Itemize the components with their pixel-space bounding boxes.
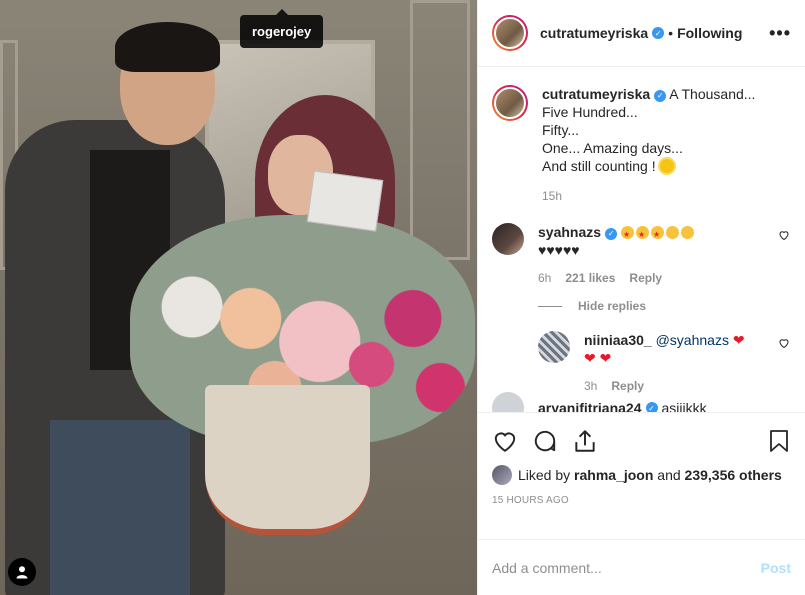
reply-comment: niiniaa30_ @syahnazs ❤ ❤ ❤ 3h Reply: [538, 331, 791, 395]
reply-mention[interactable]: @syahnazs: [656, 332, 729, 348]
like-heart-icon[interactable]: [492, 428, 518, 454]
commenter-avatar[interactable]: [492, 223, 524, 255]
flower-card: [306, 170, 384, 232]
comment-input[interactable]: [492, 559, 761, 576]
verified-badge-icon: ✓: [654, 90, 667, 102]
instagram-post: rogerojey cutratumeyriska ✓ • Following …: [0, 0, 805, 595]
comment-reply-button[interactable]: Reply: [629, 269, 662, 287]
hide-replies-button[interactable]: Hide replies: [538, 299, 791, 313]
post-side-panel: cutratumeyriska ✓ • Following ••• cutrat…: [477, 0, 805, 595]
comment-likes[interactable]: 221 likes: [565, 269, 615, 287]
separator-dot: •: [668, 25, 674, 41]
comment: syahnazs✓ ♥♥♥♥♥ 6h 221 likes Reply: [492, 223, 791, 287]
user-tag-icon[interactable]: [8, 558, 36, 586]
star-eyes-emoji-icons: [620, 224, 696, 244]
likes-prefix: Liked by: [518, 467, 571, 483]
post-actions: Liked by rahma_joon and 239,356 others 1…: [478, 412, 805, 540]
more-options-icon[interactable]: •••: [769, 23, 791, 44]
next-commenter-avatar[interactable]: [492, 392, 524, 412]
caption-avatar[interactable]: [492, 85, 528, 121]
man-hair: [115, 22, 220, 72]
verified-badge-icon: ✓: [605, 228, 618, 240]
red-heart-emoji-icon: ❤: [732, 332, 745, 348]
post-header: cutratumeyriska ✓ • Following •••: [478, 0, 805, 67]
man-jeans: [50, 420, 190, 595]
bookmark-icon[interactable]: [767, 428, 791, 454]
replier-username[interactable]: niiniaa30_: [584, 332, 652, 348]
verified-badge-icon: ✓: [645, 402, 658, 412]
flower-box: [205, 385, 370, 535]
post-timestamp[interactable]: 15 HOURS AGO: [492, 495, 791, 506]
like-reply-heart-icon[interactable]: [777, 337, 791, 349]
author-avatar[interactable]: [492, 15, 528, 51]
likes-others-count[interactable]: 239,356 others: [685, 467, 782, 483]
comment-time[interactable]: 6h: [538, 269, 551, 287]
liker-avatar[interactable]: [492, 465, 512, 485]
caption: cutratumeyriska ✓ A Thousand... Five Hund…: [492, 85, 791, 175]
add-comment-bar: Post: [478, 539, 805, 595]
wall-panel: [410, 0, 470, 260]
replier-avatar[interactable]: [538, 331, 570, 363]
next-comment-text: asiiikkk: [661, 400, 707, 412]
caption-time[interactable]: 15h: [542, 189, 791, 203]
share-icon[interactable]: [572, 428, 598, 454]
comments-list[interactable]: cutratumeyriska ✓ A Thousand... Five Hund…: [478, 67, 805, 412]
post-comment-button[interactable]: Post: [761, 560, 791, 576]
comment-bubble-icon[interactable]: [532, 428, 558, 454]
author-username[interactable]: cutratumeyriska: [540, 25, 648, 41]
likes-summary: Liked by rahma_joon and 239,356 others: [492, 465, 791, 485]
next-comment-partial: aryanifitriana24 ✓ asiiikkk: [492, 392, 707, 412]
verified-badge-icon: ✓: [652, 27, 665, 39]
following-button[interactable]: Following: [677, 25, 742, 41]
next-commenter-username[interactable]: aryanifitriana24: [538, 400, 642, 412]
liker-username[interactable]: rahma_joon: [574, 467, 653, 483]
sun-emoji-icon: [659, 159, 674, 173]
commenter-username[interactable]: syahnazs: [538, 224, 601, 240]
user-tag-label[interactable]: rogerojey: [240, 9, 324, 48]
red-hearts-emoji-icons: ❤ ❤: [584, 350, 612, 366]
post-photo[interactable]: rogerojey: [0, 0, 477, 595]
likes-middle: and: [657, 467, 681, 483]
like-comment-heart-icon[interactable]: [777, 229, 791, 241]
caption-username[interactable]: cutratumeyriska: [542, 86, 650, 102]
